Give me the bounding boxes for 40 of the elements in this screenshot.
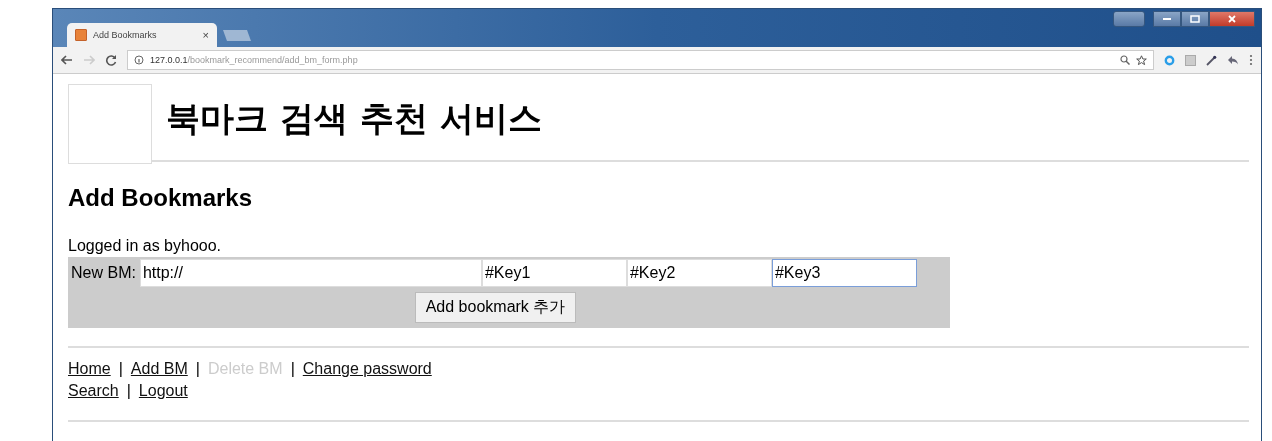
nav-link[interactable]: Change password (302, 358, 432, 380)
close-button[interactable] (1209, 11, 1255, 27)
site-title: 북마크 검색 추천 서비스 (152, 88, 1249, 162)
keyword-field[interactable]: #Key3 (771, 259, 917, 287)
reload-icon[interactable] (105, 54, 117, 66)
url-text: 127.0.0.1/bookmark_recommend/add_bm_form.php (150, 55, 358, 65)
ring-icon[interactable] (1164, 54, 1175, 66)
favicon-icon (75, 29, 87, 41)
minimize-icon (1162, 17, 1172, 21)
maximize-button[interactable] (1181, 11, 1209, 27)
separator: | (290, 359, 295, 379)
reply-icon[interactable] (1227, 55, 1239, 65)
zoom-icon[interactable] (1120, 55, 1130, 65)
address-bar[interactable]: 127.0.0.1/bookmark_recommend/add_bm_form.php (127, 50, 1154, 70)
add-bookmark-button[interactable]: Add bookmark 추가 (414, 292, 577, 323)
separator: | (126, 381, 131, 401)
star-icon[interactable] (1136, 54, 1147, 66)
separator: | (118, 359, 123, 379)
nav-link[interactable]: Logout (138, 380, 188, 402)
maximize-icon (1190, 15, 1200, 23)
browser-tab[interactable]: Add Bookmarks × (67, 23, 217, 47)
minimize-button[interactable] (1153, 11, 1181, 27)
field-label: New BM: (71, 264, 136, 282)
page-heading: Add Bookmarks (68, 184, 254, 212)
keyword-field[interactable]: #Key1 (481, 259, 627, 287)
back-icon[interactable] (61, 55, 73, 65)
close-icon (1227, 15, 1237, 23)
profile-button[interactable] (1113, 11, 1145, 27)
keyword-field[interactable]: #Key2 (626, 259, 772, 287)
nav-link[interactable]: Add BM (130, 358, 188, 380)
nav-link[interactable]: Search (68, 380, 119, 402)
close-tab-button[interactable]: × (202, 29, 209, 41)
login-status: Logged in as byhooo. (68, 237, 222, 255)
info-icon (134, 55, 144, 65)
nav-link[interactable]: Home (68, 358, 111, 380)
url-field[interactable]: http:// (139, 259, 482, 287)
separator: | (195, 359, 200, 379)
dropper-icon[interactable] (1206, 54, 1217, 66)
menu-icon[interactable] (1249, 54, 1253, 66)
tab-title: Add Bookmarks (93, 30, 158, 40)
